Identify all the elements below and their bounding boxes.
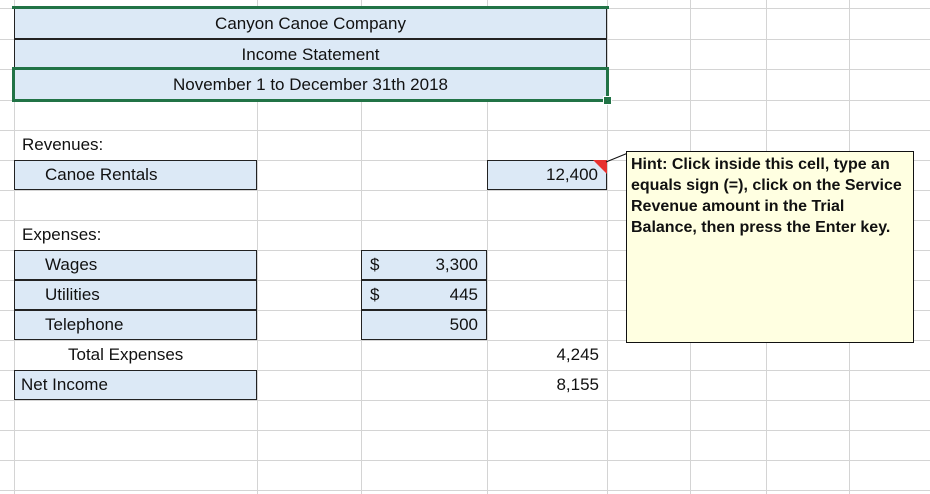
total-expenses-value[interactable]: 4,245 (487, 340, 599, 370)
utilities-label-cell[interactable]: Utilities (14, 280, 257, 310)
wages-value: 3,300 (435, 255, 478, 274)
telephone-value: 500 (449, 315, 478, 334)
canoe-rentals-value-cell[interactable]: 12,400 (487, 160, 607, 190)
net-income-label-cell[interactable]: Net Income (14, 370, 257, 400)
net-income-label: Net Income (21, 375, 108, 394)
wages-label-cell[interactable]: Wages (14, 250, 257, 280)
statement-title: Income Statement (241, 44, 380, 64)
utilities-currency: $ (370, 285, 380, 304)
canoe-rentals-label-cell[interactable]: Canoe Rentals (14, 160, 257, 190)
fill-handle[interactable] (603, 96, 612, 105)
canoe-rentals-value: 12,400 (546, 165, 598, 184)
expenses-label: Expenses: (22, 225, 102, 244)
telephone-label: Telephone (45, 315, 124, 334)
wages-currency: $ (370, 255, 380, 274)
hint-comment-box[interactable]: Hint: Click inside this cell, type an eq… (626, 151, 914, 343)
wages-label: Wages (45, 255, 98, 274)
total-expenses-label: Total Expenses (68, 345, 184, 364)
period-cell-selection-border (12, 67, 609, 102)
company-cell-selection-border (12, 6, 609, 10)
hint-text: Hint: Click inside this cell, type an eq… (631, 156, 902, 236)
wages-value-cell[interactable]: $ 3,300 (361, 250, 487, 280)
utilities-value: 445 (449, 285, 478, 304)
company-name-cell[interactable]: Canyon Canoe Company (14, 8, 607, 39)
revenues-label: Revenues: (22, 135, 104, 154)
utilities-label: Utilities (45, 285, 100, 304)
telephone-value-cell[interactable]: 500 (361, 310, 487, 340)
net-income-value[interactable]: 8,155 (487, 370, 599, 400)
canoe-rentals-label: Canoe Rentals (45, 165, 158, 184)
statement-title-cell[interactable]: Income Statement (14, 39, 607, 70)
utilities-value-cell[interactable]: $ 445 (361, 280, 487, 310)
company-name: Canyon Canoe Company (215, 13, 406, 33)
telephone-label-cell[interactable]: Telephone (14, 310, 257, 340)
